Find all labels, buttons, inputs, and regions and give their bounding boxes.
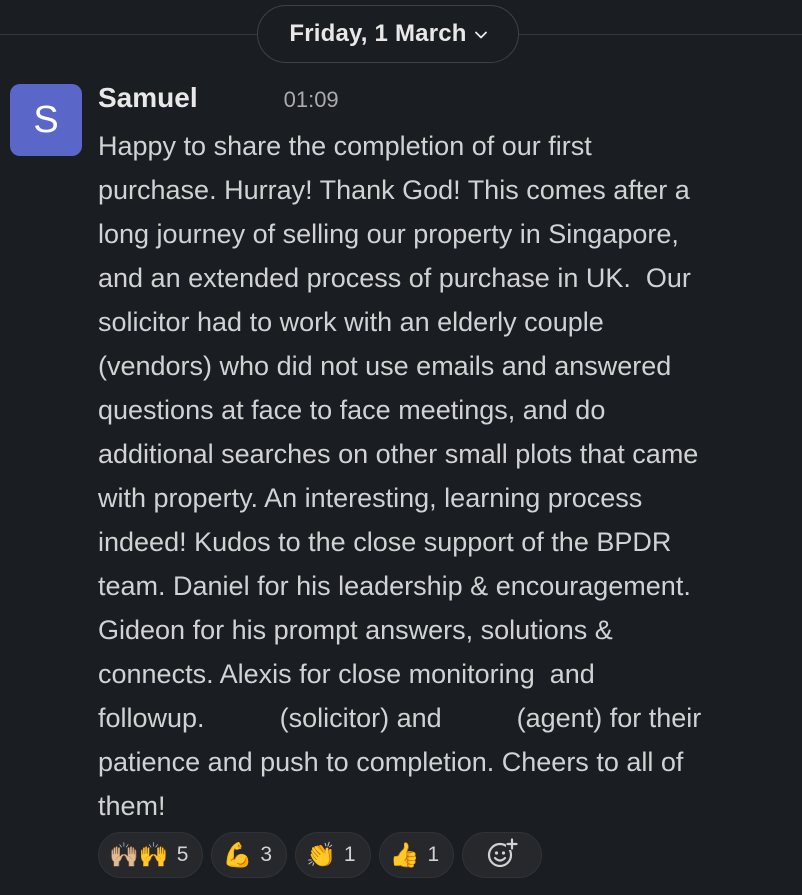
add-emoji-icon [486, 837, 519, 874]
thumbs-up-icon: 👍 [389, 841, 420, 869]
message-line: purchase. Hurray! Thank God! This comes … [98, 175, 690, 205]
message-header: Samuel 01:09 [98, 82, 339, 114]
message-line: followup. (solicitor) and (agent) for th… [98, 703, 702, 733]
author-name[interactable]: Samuel [98, 82, 198, 114]
message-line: indeed! Kudos to the close support of th… [98, 527, 672, 557]
message-body: Happy to share the completion of our fir… [98, 124, 788, 828]
chevron-down-icon [474, 29, 487, 41]
date-label: Friday, 1 March [289, 20, 467, 47]
message-line: (vendors) who did not use emails and ans… [98, 351, 672, 381]
message-line: additional searches on other small plots… [98, 439, 699, 469]
message-line: them! [98, 791, 166, 821]
message-line: and an extended process of purchase in U… [98, 263, 691, 293]
message-line: Happy to share the completion of our fir… [98, 131, 592, 161]
date-divider-button[interactable]: Friday, 1 March [257, 5, 519, 63]
raised-hands-icon: 🙌🏼🙌 [109, 841, 169, 869]
reaction-flexed-biceps[interactable]: 💪 3 [211, 832, 288, 878]
reaction-clapping-hands[interactable]: 👏 1 [295, 832, 371, 878]
reaction-count: 1 [343, 843, 356, 866]
message-line: questions at face to face meetings, and … [98, 395, 606, 425]
message-line: connects. Alexis for close monitoring an… [98, 659, 595, 689]
reaction-thumbs-up[interactable]: 👍 1 [378, 832, 455, 878]
message-line: Gideon for his prompt answers, solutions… [98, 615, 613, 645]
flexed-biceps-icon: 💪 [222, 841, 253, 869]
message-line: with property. An interesting, learning … [98, 483, 643, 513]
message-line: long journey of selling our property in … [98, 219, 679, 249]
reaction-count: 3 [260, 843, 273, 866]
reaction-bar: 🙌🏼🙌 5 💪 3 👏 1 👍 1 [98, 832, 543, 878]
add-reaction-button[interactable] [462, 832, 543, 878]
reaction-raised-hands[interactable]: 🙌🏼🙌 5 [98, 832, 204, 878]
message-timestamp[interactable]: 01:09 [284, 87, 339, 113]
message-line: patience and push to completion. Cheers … [98, 747, 684, 777]
message-pane: Friday, 1 March S Samuel 01:09 Happy to … [0, 0, 802, 895]
avatar[interactable]: S [10, 84, 82, 156]
reaction-count: 1 [427, 843, 440, 866]
reaction-count: 5 [176, 843, 189, 866]
message-line: team. Daniel for his leadership & encour… [98, 571, 691, 601]
message-line: solicitor had to work with an elderly co… [98, 307, 604, 337]
clapping-hands-icon: 👏 [306, 841, 336, 869]
